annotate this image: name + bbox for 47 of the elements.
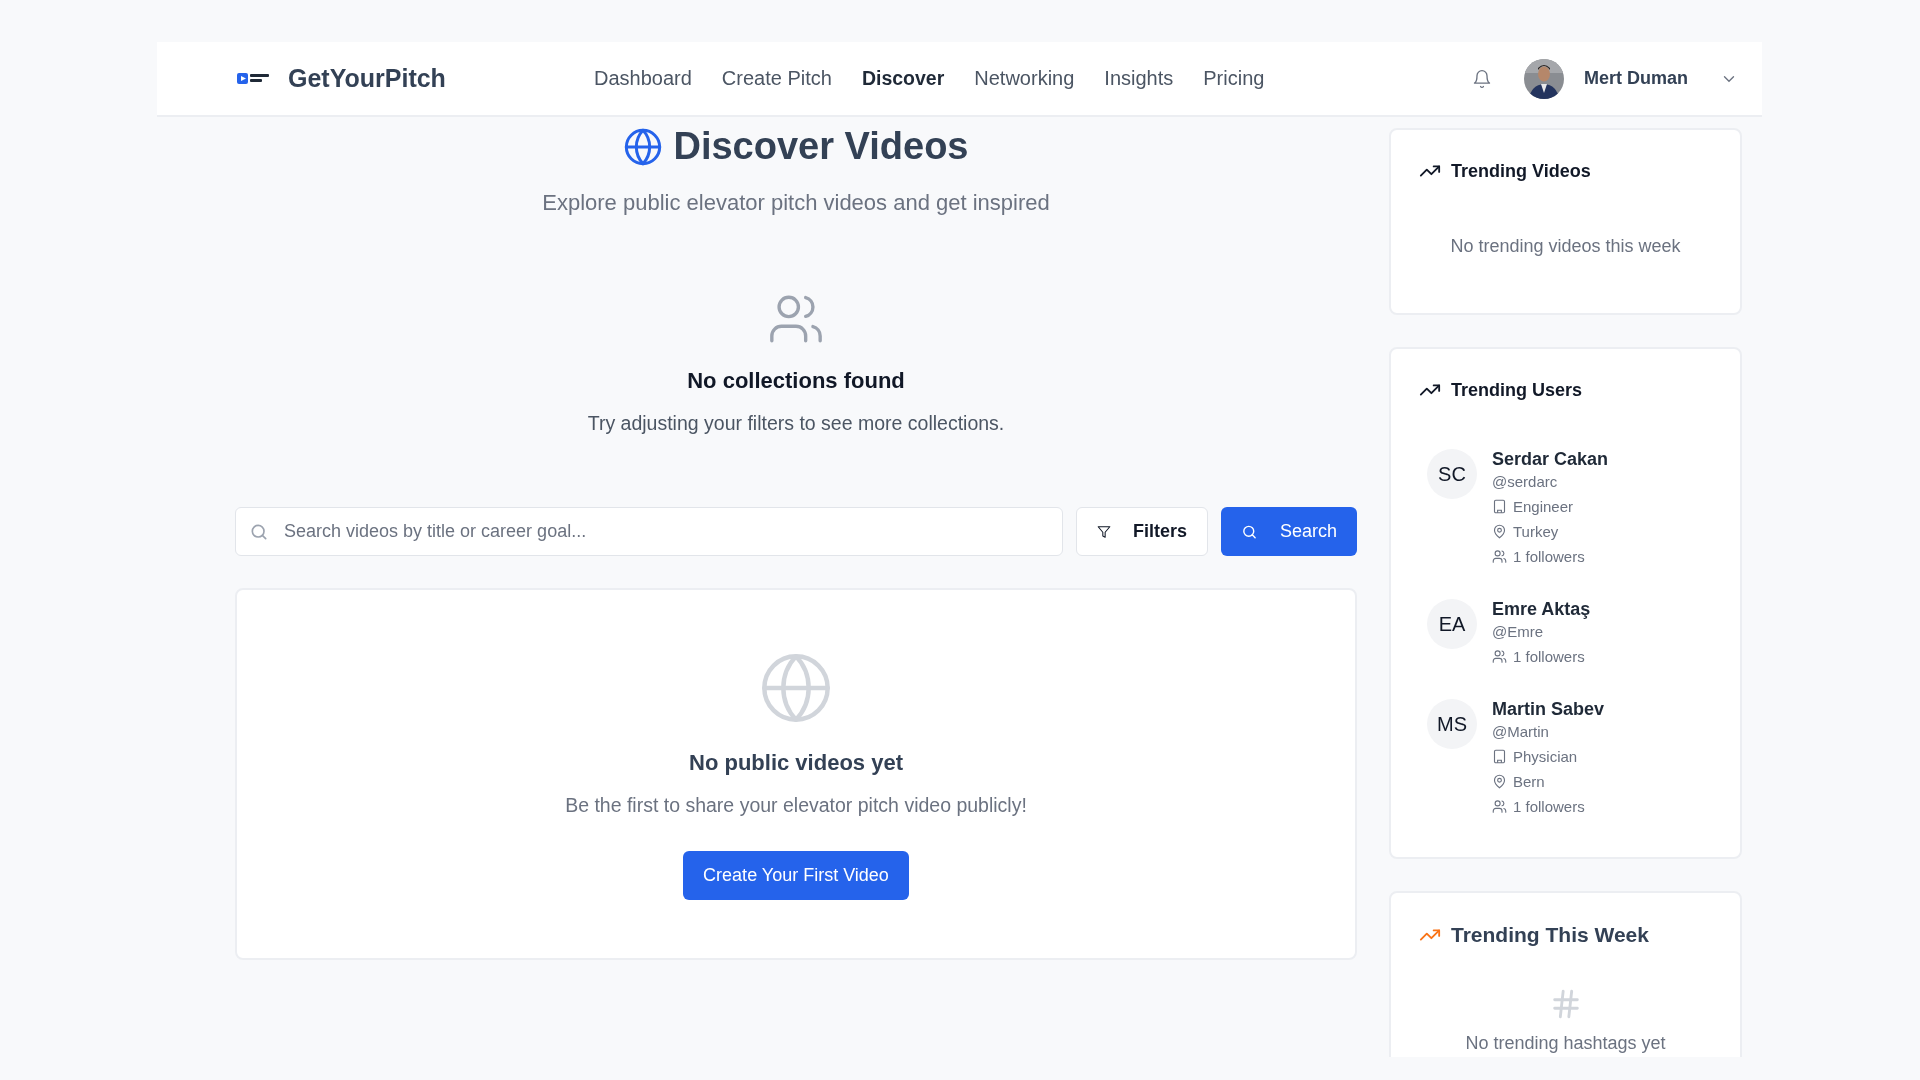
- user-handle: @serdarc: [1492, 473, 1559, 490]
- empty-text: No trending hashtags yet: [1464, 1033, 1667, 1055]
- follower-count: 1 followers: [1513, 648, 1585, 665]
- user-initials-avatar[interactable]: EA: [1427, 599, 1477, 649]
- user-handle: @Martin: [1492, 723, 1550, 740]
- users-icon: [1492, 549, 1507, 564]
- users-icon: [1492, 799, 1507, 814]
- user-name[interactable]: Mert Duman: [1584, 68, 1688, 89]
- logo-icon[interactable]: [237, 70, 271, 87]
- nav-link[interactable]: Networking: [974, 67, 1075, 90]
- user-initials-avatar[interactable]: SC: [1427, 449, 1477, 499]
- page-subtitle: Explore public elevator pitch videos and get inspired: [542, 190, 1050, 216]
- map-pin-icon: [1492, 524, 1507, 539]
- empty-title: No collections found: [687, 368, 905, 394]
- follower-count: 1 followers: [1513, 798, 1585, 815]
- user-occupation: Engineer: [1513, 498, 1574, 515]
- card-title: Trending This Week: [1451, 923, 1649, 947]
- card-title: Trending Users: [1451, 379, 1583, 401]
- card-title: Trending Videos: [1451, 160, 1591, 182]
- user-name[interactable]: Martin Sabev: [1492, 699, 1605, 720]
- empty-title: No public videos yet: [689, 750, 903, 776]
- create-video-button[interactable]: Create Your First Video: [683, 851, 909, 900]
- user-name[interactable]: Serdar Cakan: [1492, 449, 1609, 470]
- page-title: Discover Videos: [673, 125, 969, 168]
- bell-icon[interactable]: [1472, 68, 1492, 89]
- user-occupation: Physician: [1513, 748, 1578, 765]
- user-initials-avatar[interactable]: MS: [1427, 699, 1477, 749]
- user-handle: @Emre: [1492, 623, 1545, 640]
- user-name[interactable]: Emre Aktaş: [1492, 599, 1591, 620]
- nav-link[interactable]: Discover: [861, 67, 945, 90]
- map-pin-icon: [1492, 774, 1507, 789]
- empty-text: Try adjusting your filters to see more collections.: [587, 412, 1005, 435]
- nav-link[interactable]: Create Pitch: [721, 67, 832, 90]
- user-location: Bern: [1513, 773, 1545, 790]
- globe-icon: [623, 126, 664, 167]
- nav-link[interactable]: Dashboard: [594, 67, 692, 90]
- brand-name[interactable]: GetYourPitch: [288, 64, 446, 93]
- search-field[interactable]: Search videos by title or career goal...: [235, 507, 1063, 556]
- empty-text: Be the first to share your elevator pitch video publicly!: [565, 794, 1027, 817]
- nav-link[interactable]: Pricing: [1203, 67, 1265, 90]
- nav-link[interactable]: Insights: [1104, 67, 1174, 90]
- filters-button[interactable]: Filters: [1076, 507, 1208, 556]
- users-icon: [1492, 649, 1507, 664]
- follower-count: 1 followers: [1513, 548, 1585, 565]
- search-button[interactable]: Search: [1221, 507, 1357, 556]
- empty-text: No trending videos this week: [1449, 236, 1682, 258]
- user-location: Turkey: [1513, 523, 1559, 540]
